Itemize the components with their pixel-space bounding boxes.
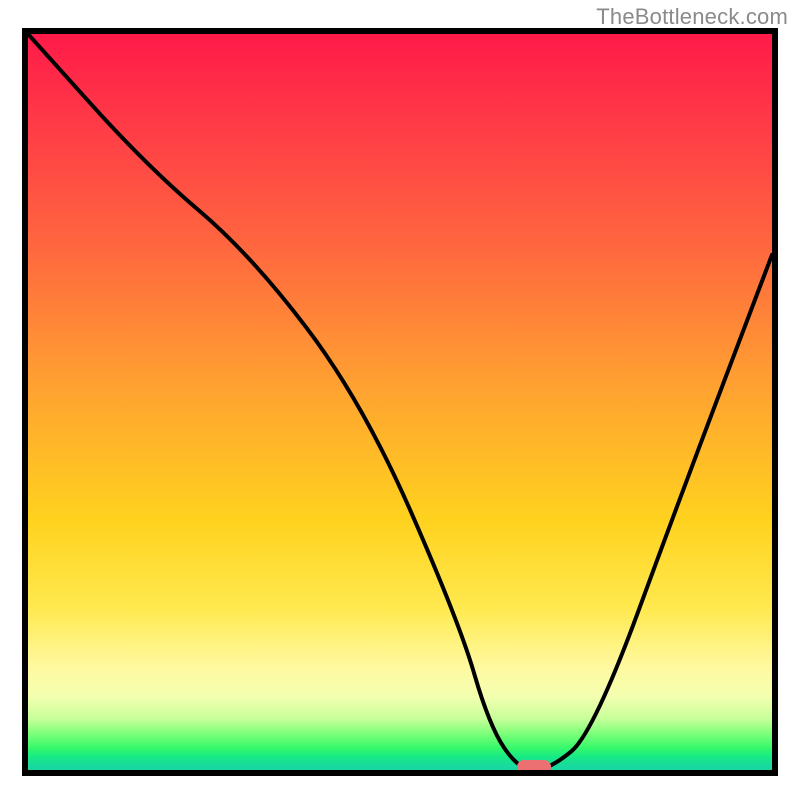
curve-layer	[28, 34, 772, 770]
plot-area	[22, 28, 778, 776]
bottleneck-curve	[28, 34, 772, 770]
watermark-text: TheBottleneck.com	[596, 4, 788, 30]
optimal-marker	[517, 760, 551, 774]
